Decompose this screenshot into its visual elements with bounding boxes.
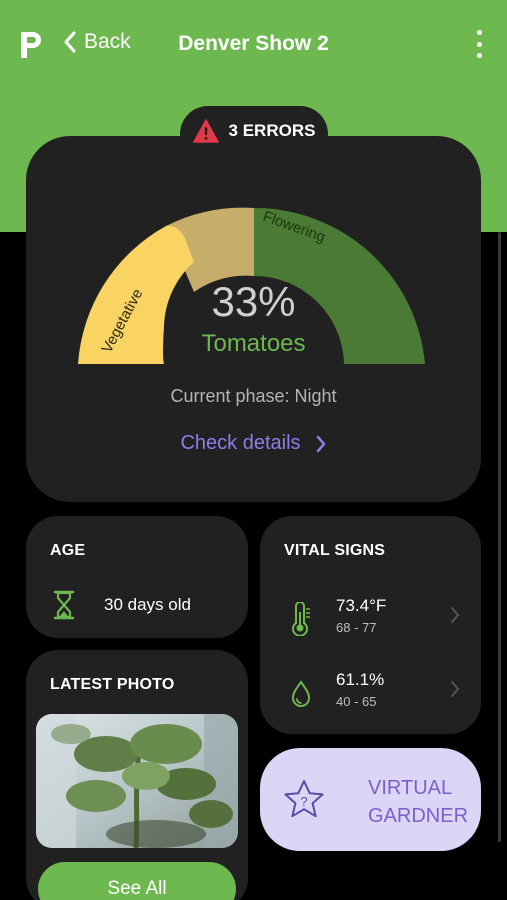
plant-photo[interactable] (36, 714, 238, 848)
hourglass-icon (53, 590, 75, 620)
more-vertical-icon[interactable] (473, 30, 485, 58)
temperature-value: 73.4°F (336, 596, 387, 615)
chevron-right-icon (451, 607, 460, 623)
vital-temperature-row[interactable]: 73.4°F 68 - 77 (290, 596, 460, 646)
virtual-gardener-line2: GARDNER (368, 805, 469, 827)
chevron-right-icon (316, 435, 325, 452)
growth-percent: 33% (211, 278, 296, 325)
chevron-right-icon (451, 681, 460, 697)
top-bar: Back Denver Show 2 (0, 0, 507, 90)
star-question-icon: ? (284, 780, 324, 818)
age-value: 30 days old (104, 595, 191, 614)
age-title: AGE (50, 542, 86, 559)
plant-name: Tomatoes (201, 330, 306, 357)
thermometer-icon (292, 602, 310, 636)
age-card[interactable]: AGE 30 days old (26, 516, 248, 638)
virtual-gardener-line1: VIRTUAL (368, 777, 453, 799)
water-drop-icon (291, 680, 311, 707)
virtual-gardener-button[interactable]: ? VIRTUAL GARDNER (260, 748, 481, 851)
latest-photo-card: LATEST PHOTO See All (26, 650, 248, 900)
plant-photo-image (36, 714, 238, 848)
humidity-value: 61.1% (336, 670, 385, 689)
check-details-label: Check details (180, 432, 301, 454)
see-all-button[interactable]: See All (38, 862, 236, 900)
temperature-range: 68 - 77 (336, 620, 377, 635)
page-title: Denver Show 2 (178, 32, 329, 55)
virtual-gardener-label: VIRTUAL GARDNER (368, 774, 468, 830)
vital-signs-title: VITAL SIGNS (284, 542, 386, 559)
latest-photo-title: LATEST PHOTO (50, 676, 175, 693)
vital-humidity-row[interactable]: 61.1% 40 - 65 (290, 670, 460, 720)
vital-signs-card: VITAL SIGNS 73.4°F 68 - 77 61.1% 40 - 65 (260, 516, 481, 734)
current-phase: Current phase: Night (170, 386, 337, 406)
check-details-link[interactable]: Check details (26, 432, 481, 455)
scrollbar[interactable] (498, 232, 501, 842)
humidity-range: 40 - 65 (336, 694, 377, 709)
svg-text:?: ? (300, 794, 307, 809)
